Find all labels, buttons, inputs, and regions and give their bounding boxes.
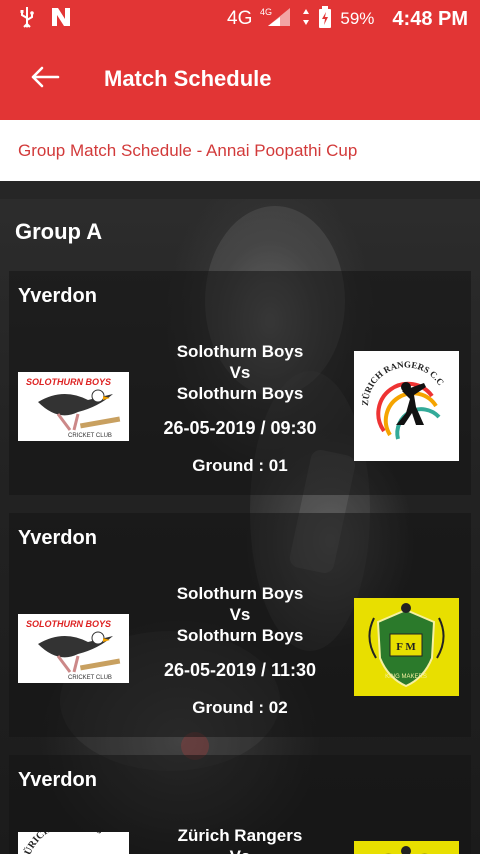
- vs-label: Vs: [229, 363, 251, 382]
- battery-icon: [318, 5, 332, 33]
- app-bar: Match Schedule: [0, 38, 480, 120]
- team1-name: Solothurn Boys: [176, 342, 304, 361]
- svg-text:CRICKET CLUB: CRICKET CLUB: [68, 433, 112, 439]
- team1-logo: SOLOTHURN BOYS CRICKET CLUB: [18, 372, 129, 441]
- svg-text:CRICKET CLUB: CRICKET CLUB: [68, 675, 112, 681]
- team2-logo: [354, 841, 459, 854]
- venue-label: Yverdon: [18, 769, 97, 791]
- group-title: Group A: [15, 219, 103, 244]
- usb-icon: [18, 6, 36, 33]
- arrow-back-icon: [30, 65, 60, 94]
- clock-time: 4:48 PM: [392, 7, 468, 30]
- page-title: Match Schedule: [104, 66, 272, 91]
- battery-percent: 59%: [340, 9, 375, 28]
- team2-logo: ZÜRICH RANGERS C.C: [354, 351, 459, 461]
- team1-name: Solothurn Boys: [176, 584, 304, 603]
- tournament-subheader: Group Match Schedule - Annai Poopathi Cu…: [0, 120, 480, 181]
- match-card[interactable]: Yverdon SOLOTHURN BOYS CRICKET CLUB Solo…: [9, 271, 471, 495]
- team1-logo: ZÜRICH RANGERS: [18, 832, 129, 854]
- team1-logo: SOLOTHURN BOYS CRICKET CLUB: [18, 614, 129, 683]
- schedule-list[interactable]: Group A Yverdon SOLOTHURN BOYS CRICKET C…: [0, 181, 480, 854]
- network-small-label: 4G: [260, 7, 272, 17]
- match-datetime: 26-05-2019 / 11:30: [163, 660, 317, 680]
- match-card[interactable]: Yverdon ZÜRICH RANGERS Zürich Rangers Vs: [9, 755, 471, 854]
- match-info: Solothurn Boys Vs Solothurn Boys 26-05-2…: [139, 341, 341, 476]
- notification-app-icon: [50, 6, 72, 33]
- svg-text:F M: F M: [396, 641, 416, 653]
- team2-name: Solothurn Boys: [176, 626, 304, 645]
- svg-text:SOLOTHURN BOYS: SOLOTHURN BOYS: [26, 619, 111, 629]
- signal-icon: 4G: [260, 6, 294, 33]
- team1-name: Zürich Rangers: [177, 826, 303, 845]
- back-button[interactable]: [0, 38, 90, 120]
- vs-label: Vs: [139, 846, 341, 854]
- team2-name: Solothurn Boys: [176, 384, 304, 403]
- status-bar: 4G 4G 59% 4:48 PM: [0, 0, 480, 38]
- venue-label: Yverdon: [18, 285, 97, 307]
- match-info: Solothurn Boys Vs Solothurn Boys 26-05-2…: [139, 583, 341, 718]
- team2-logo: F M KING MAKERS: [354, 598, 459, 696]
- network-type-label: 4G: [227, 8, 253, 29]
- svg-text:KING MAKERS: KING MAKERS: [385, 674, 427, 680]
- vs-label: Vs: [229, 605, 251, 624]
- match-card[interactable]: Yverdon SOLOTHURN BOYS CRICKET CLUB Solo…: [9, 513, 471, 737]
- match-datetime: 26-05-2019 / 09:30: [163, 418, 317, 438]
- data-arrows-icon: [302, 7, 310, 32]
- ground-label: Ground : 02: [192, 698, 288, 717]
- match-info: Zürich Rangers Vs: [139, 825, 341, 854]
- svg-text:SOLOTHURN BOYS: SOLOTHURN BOYS: [26, 377, 111, 387]
- ground-label: Ground : 01: [192, 456, 288, 475]
- venue-label: Yverdon: [18, 527, 97, 549]
